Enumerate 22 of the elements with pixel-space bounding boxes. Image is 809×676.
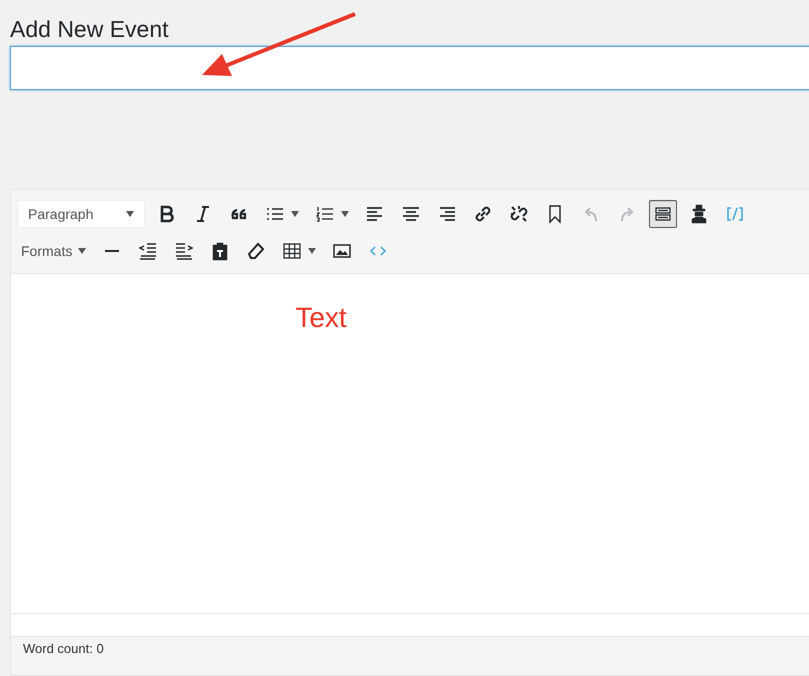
caret-icon [78,248,86,254]
caret-icon [308,248,316,254]
annotation-label: Text [295,302,347,335]
title-field[interactable] [10,46,809,90]
keyboard-button[interactable] [649,200,677,228]
word-count: Word count: 0 [23,641,104,656]
page-title: Add New Event [10,15,169,44]
editor-content-area[interactable]: Text [11,274,809,614]
caret-icon [291,210,299,216]
caret-icon [341,210,349,216]
horizontal-line-icon [105,250,120,252]
link-icon [473,204,493,224]
hat-figure-icon [689,204,709,224]
eraser-icon [246,240,266,260]
paragraph-dropdown[interactable]: Paragraph [17,200,145,228]
clipboard-icon [210,240,230,260]
outdent-icon [138,240,158,260]
indent-icon [174,240,194,260]
unlink-icon [509,204,529,224]
table-icon [282,240,302,260]
caret-icon [126,210,134,216]
formats-menu[interactable]: Formats [17,238,90,262]
